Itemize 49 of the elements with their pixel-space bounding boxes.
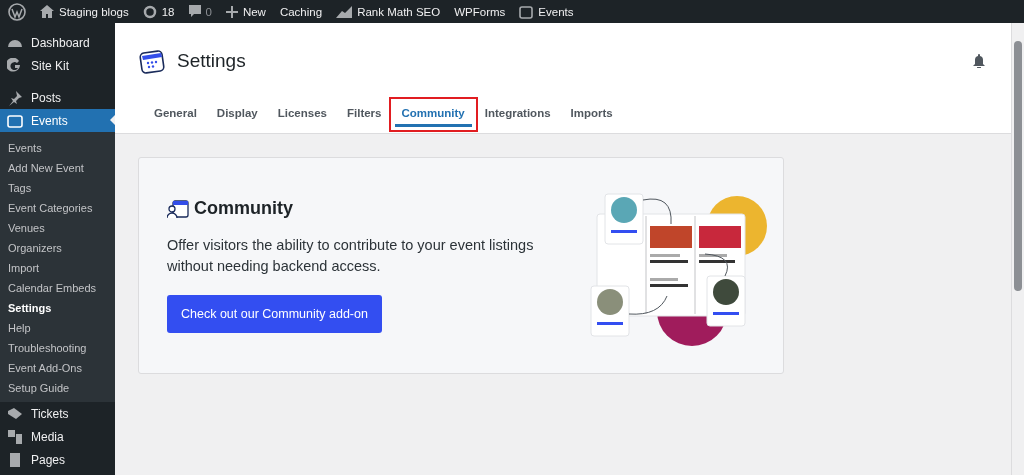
submenu-item[interactable]: Import xyxy=(0,258,115,278)
site-link[interactable]: Staging blogs xyxy=(40,5,129,18)
menu-item[interactable]: Events xyxy=(0,109,115,132)
submenu-item[interactable]: Settings xyxy=(0,298,115,318)
scrollbar-thumb[interactable] xyxy=(1014,41,1022,291)
pushpin-icon xyxy=(7,89,23,106)
home-icon xyxy=(40,5,54,18)
submenu-item[interactable]: Organizers xyxy=(0,238,115,258)
menu-item[interactable]: Tickets xyxy=(0,402,115,425)
updates-link[interactable]: 18 xyxy=(142,4,175,19)
tab[interactable]: Display xyxy=(209,102,265,127)
toolbar-link[interactable]: Rank Math SEO xyxy=(336,5,441,18)
submenu-item[interactable]: Events xyxy=(0,138,115,158)
comment-icon xyxy=(188,5,201,18)
tab[interactable]: General xyxy=(147,102,204,127)
menu-item[interactable]: Posts xyxy=(0,86,115,109)
submenu-item[interactable]: Tags xyxy=(0,178,115,198)
submenu-item[interactable]: Setup Guide xyxy=(0,378,115,398)
toolbar-link[interactable]: Caching xyxy=(279,5,323,18)
plus-icon xyxy=(225,5,238,18)
calendar-person-icon xyxy=(167,198,189,219)
menu-item[interactable]: Pages xyxy=(0,448,115,471)
chart-icon xyxy=(336,5,353,18)
page-title: Settings xyxy=(177,50,247,72)
bell-icon[interactable] xyxy=(973,54,985,68)
wordpress-logo-icon[interactable] xyxy=(8,2,26,21)
submenu-item[interactable]: Troubleshooting xyxy=(0,338,115,358)
menu-item[interactable]: Media xyxy=(0,425,115,448)
card-title: Community xyxy=(194,198,293,219)
submenu-item[interactable]: Event Categories xyxy=(0,198,115,218)
card-description: Offer visitors the ability to contribute to your event listings without needing backend access. xyxy=(167,236,535,276)
submenu-item[interactable]: Calendar Embeds xyxy=(0,278,115,298)
community-addon-button[interactable]: Check out our Community add-on xyxy=(167,295,382,333)
submenu-item[interactable]: Add New Event xyxy=(0,158,115,178)
tab[interactable]: Filters xyxy=(340,102,389,127)
menu-item[interactable]: Site Kit xyxy=(0,54,115,77)
submenu-item[interactable]: Help xyxy=(0,318,115,338)
submenu-item[interactable]: Event Add-Ons xyxy=(0,358,115,378)
tab[interactable]: Community xyxy=(394,102,472,127)
letter-g-icon xyxy=(7,57,23,74)
toolbar-link[interactable]: Events xyxy=(519,4,574,19)
toolbar-link[interactable]: WPForms xyxy=(454,5,506,18)
tab[interactable]: Imports xyxy=(563,102,620,127)
menu-item[interactable]: Dashboard xyxy=(0,31,115,54)
tab[interactable]: Licenses xyxy=(270,102,334,127)
tab[interactable]: Integrations xyxy=(477,102,558,127)
new-link[interactable]: New xyxy=(225,5,266,18)
comments-link[interactable]: 0 xyxy=(188,5,212,18)
submenu-item[interactable]: Venues xyxy=(0,218,115,238)
